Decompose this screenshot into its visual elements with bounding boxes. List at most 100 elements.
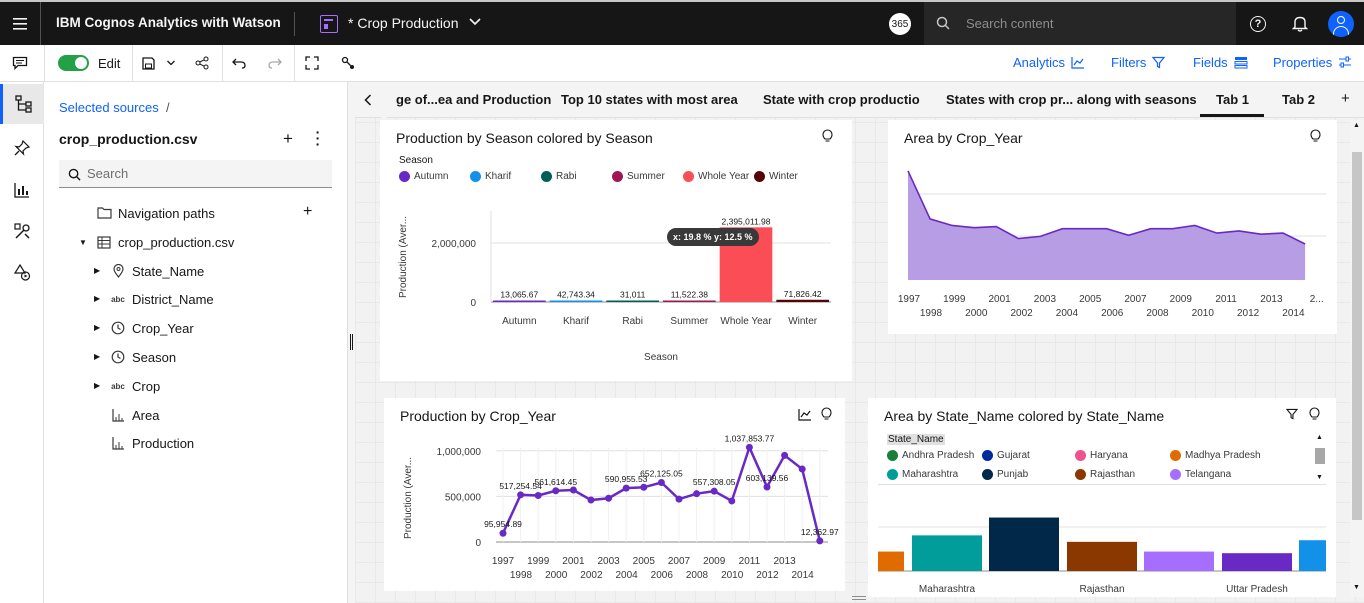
panel-splitter[interactable] — [347, 82, 355, 603]
clock-icon — [110, 320, 126, 336]
add-tab-icon[interactable]: + — [1341, 90, 1350, 107]
resize-handle[interactable] — [852, 596, 866, 600]
field-label: Area — [132, 407, 160, 423]
bar — [1299, 540, 1326, 571]
save-icon[interactable] — [138, 45, 158, 81]
navigation-paths-item[interactable]: Navigation paths — [96, 205, 215, 221]
caret-right-icon[interactable]: ▶ — [94, 352, 100, 361]
bar — [1222, 553, 1292, 571]
x-tick-label: 2011 — [1215, 294, 1237, 305]
share-icon[interactable] — [190, 45, 214, 81]
properties-button[interactable]: Properties — [1273, 55, 1352, 70]
field-item-crop-year[interactable]: Crop_Year — [110, 320, 194, 336]
tab-states-seasons[interactable]: States with crop pr... along with season… — [946, 92, 1197, 107]
tools-icon[interactable] — [0, 211, 44, 251]
bar — [912, 535, 982, 571]
shapes-media-icon[interactable] — [0, 252, 44, 292]
breadcrumb-selected-sources[interactable]: Selected sources — [59, 100, 159, 115]
notification-icon[interactable] — [1291, 15, 1309, 37]
field-item-crop[interactable]: abc Crop — [110, 378, 160, 394]
data-point — [745, 443, 753, 451]
data-point — [534, 491, 542, 499]
fields-button[interactable]: Fields — [1193, 55, 1248, 70]
overflow-menu-icon[interactable]: · · · — [312, 125, 324, 151]
field-label: Crop — [132, 378, 161, 394]
toggle-switch[interactable] — [58, 55, 89, 71]
production-year-chart-card[interactable]: Production by Crop_Year 0 500,000 1,000,00… — [384, 398, 845, 591]
x-tick-label: 2009 — [1170, 294, 1193, 305]
x-tick-label: 1998 — [510, 570, 533, 581]
bar — [663, 300, 716, 302]
tab-top-10-states[interactable]: Top 10 states with most area — [561, 92, 738, 107]
chevron-down-icon[interactable] — [162, 45, 180, 81]
data-point — [710, 487, 718, 495]
add-navigation-path-icon[interactable]: + — [303, 203, 312, 221]
comment-icon[interactable] — [0, 45, 40, 81]
tab-2[interactable]: Tab 2 — [1282, 92, 1315, 107]
y-tick-label: 0 — [470, 298, 476, 309]
user-avatar-icon[interactable] — [1328, 11, 1354, 37]
undo-icon[interactable] — [228, 45, 250, 81]
menu-icon[interactable] — [0, 2, 40, 45]
field-label: State_Name — [132, 263, 205, 279]
search-placeholder: Search — [87, 166, 129, 181]
source-search-input[interactable]: Search — [59, 160, 332, 188]
help-icon[interactable]: ? — [1250, 16, 1266, 32]
scroll-left-icon[interactable] — [359, 90, 377, 110]
data-label: 557,308.05 — [693, 477, 736, 487]
bar — [1067, 541, 1137, 571]
field-item-production[interactable]: Production — [110, 435, 194, 451]
field-item-season[interactable]: Season — [110, 349, 176, 365]
filters-button[interactable]: Filters — [1111, 55, 1166, 70]
x-tick-label: 2003 — [597, 556, 620, 567]
caret-down-icon[interactable]: ▼ — [79, 238, 87, 247]
caret-right-icon[interactable]: ▶ — [94, 323, 100, 332]
navigation-paths-label: Navigation paths — [118, 205, 215, 221]
data-point — [569, 486, 577, 494]
caret-right-icon[interactable]: ▶ — [94, 381, 100, 390]
x-tick-label: 1999 — [527, 556, 550, 567]
relationship-icon[interactable] — [336, 45, 360, 81]
x-tick-label: 2010 — [1192, 308, 1215, 319]
visualizations-icon[interactable] — [0, 170, 44, 210]
fields-icon — [1234, 57, 1248, 69]
field-item-district-name[interactable]: abc District_Name — [110, 291, 214, 307]
chevron-down-icon[interactable] — [468, 15, 482, 34]
data-point — [657, 479, 665, 487]
document-title[interactable]: * Crop Production — [348, 15, 459, 31]
x-tick-label: 2002 — [580, 570, 603, 581]
caret-right-icon[interactable]: ▶ — [94, 266, 100, 275]
analytics-button[interactable]: Analytics — [1013, 55, 1085, 70]
tab-state-crop-production[interactable]: State with crop productio — [763, 92, 920, 107]
fullscreen-icon[interactable] — [300, 45, 324, 81]
y-tick-label: 500,000 — [445, 492, 482, 503]
area-year-chart-card[interactable]: Area by Crop_Year 1997 1999 2001 2003 2005 20… — [888, 120, 1337, 334]
season-chart-card[interactable]: Production by Season colored by Season S… — [380, 120, 852, 381]
caret-right-icon[interactable]: ▶ — [94, 294, 100, 303]
search-placeholder: Search content — [966, 16, 1054, 31]
table-item[interactable]: crop_production.csv — [96, 234, 234, 250]
dashboard-icon — [320, 15, 338, 33]
abc-icon: abc — [111, 381, 125, 391]
x-tick-label: 2012 — [756, 570, 779, 581]
x-tick-label: 2007 — [668, 556, 691, 567]
pin-icon[interactable] — [0, 128, 44, 168]
state-area-chart-card[interactable]: Area by State_Name colored by State_Name… — [868, 398, 1336, 597]
field-item-state-name[interactable]: State_Name — [110, 263, 204, 279]
add-icon[interactable]: + — [283, 129, 293, 149]
canvas-scrollbar[interactable]: ▲ ▼ — [1350, 120, 1364, 597]
edit-toggle[interactable]: Edit — [58, 45, 124, 81]
analytics-label: Analytics — [1013, 55, 1066, 70]
data-point — [781, 451, 789, 459]
field-label: Season — [132, 349, 177, 365]
tab-1[interactable]: Tab 1 — [1216, 92, 1249, 107]
x-tick-label: 2000 — [545, 570, 568, 581]
tab-area-production[interactable]: ge of...ea and Production — [396, 92, 551, 107]
user-badge: 365 — [889, 13, 911, 35]
data-sources-icon[interactable] — [0, 84, 44, 124]
redo-icon[interactable] — [264, 45, 286, 81]
global-search[interactable]: Search content — [924, 2, 1236, 45]
field-item-area[interactable]: Area — [110, 407, 159, 423]
data-label: 603,139.56 — [746, 473, 789, 483]
edit-label: Edit — [98, 55, 121, 71]
